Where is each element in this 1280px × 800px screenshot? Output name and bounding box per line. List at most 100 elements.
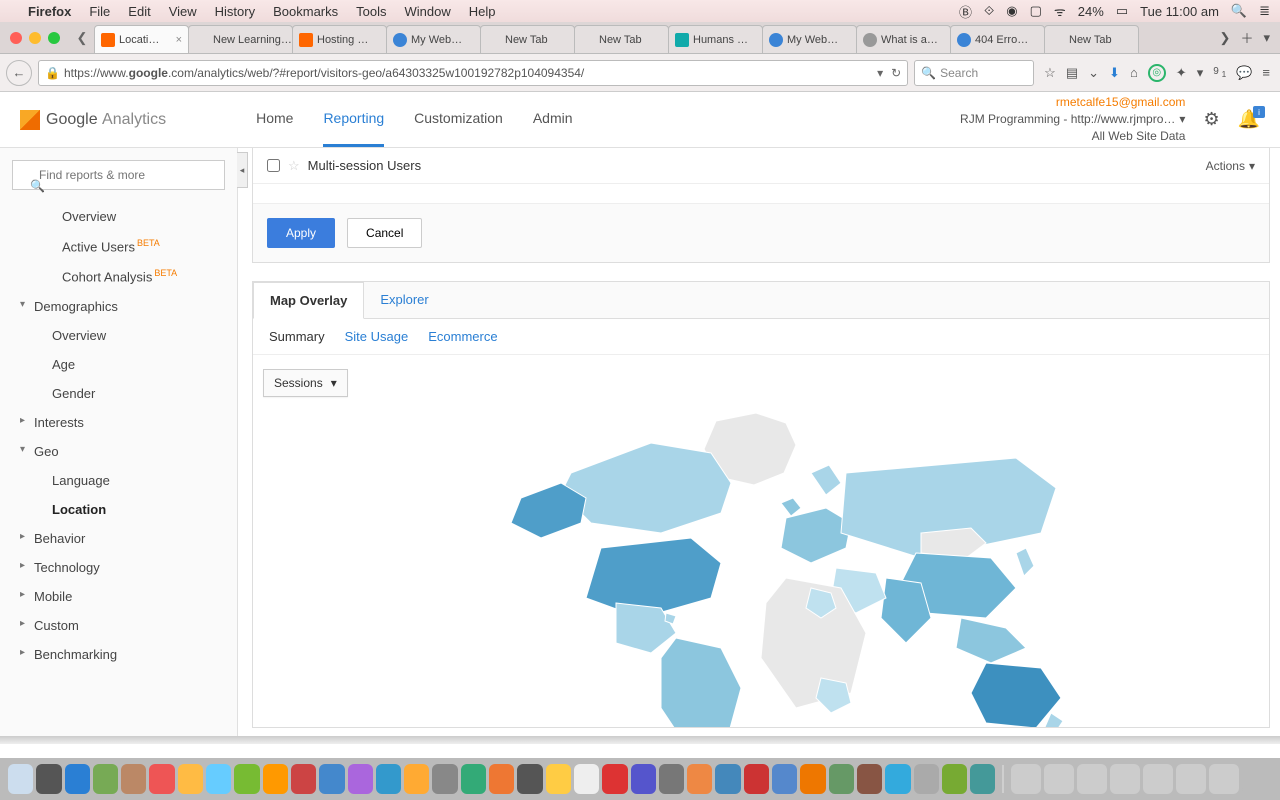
sidebar-item-cohort-analysis[interactable]: Cohort AnalysisBETA <box>0 261 237 291</box>
chat-icon[interactable]: 💬 <box>1236 65 1252 81</box>
url-bar[interactable]: 🔒 https://www.google.com/analytics/web/?… <box>38 60 908 86</box>
menu-edit[interactable]: Edit <box>128 4 150 19</box>
tab-map-overlay[interactable]: Map Overlay <box>253 282 364 319</box>
dock-app-icon[interactable] <box>234 764 259 794</box>
sidebar-item-location[interactable]: Location <box>0 495 237 524</box>
menu-app[interactable]: Firefox <box>28 4 71 19</box>
dock-chrome-icon[interactable] <box>546 764 571 794</box>
dock-app-icon[interactable] <box>942 764 967 794</box>
dock-minimized-window[interactable] <box>1044 764 1074 794</box>
ga-logo[interactable]: Google Analytics <box>20 110 166 130</box>
browser-tab[interactable]: New Learning… <box>188 25 293 53</box>
dock-app-icon[interactable] <box>489 764 514 794</box>
dock-app-icon[interactable] <box>857 764 882 794</box>
browser-tab[interactable]: New Tab <box>480 25 575 53</box>
segment-checkbox[interactable] <box>267 159 280 172</box>
menubar-list-icon[interactable]: ≣ <box>1259 3 1270 19</box>
dock-minimized-window[interactable] <box>1209 764 1239 794</box>
sidebar-item-behavior[interactable]: Behavior <box>0 524 237 553</box>
browser-tab[interactable]: 404 Erro… <box>950 25 1045 53</box>
dock-calendar-icon[interactable] <box>149 764 174 794</box>
dock-app-icon[interactable] <box>178 764 203 794</box>
browser-tab[interactable]: New Tab <box>574 25 669 53</box>
nav-admin[interactable]: Admin <box>533 92 573 147</box>
dock-app-icon[interactable] <box>715 764 740 794</box>
dock-safari-icon[interactable] <box>65 764 90 794</box>
extension-icon[interactable]: ✦ <box>1176 65 1187 81</box>
nav-reporting[interactable]: Reporting <box>323 92 384 147</box>
dock-filezilla-icon[interactable] <box>744 764 769 794</box>
sidebar-item-overview[interactable]: Overview <box>0 321 237 350</box>
metric-selector[interactable]: Sessions ▾ <box>263 369 1269 397</box>
sidebar-item-custom[interactable]: Custom <box>0 611 237 640</box>
cancel-button[interactable]: Cancel <box>347 218 422 248</box>
browser-tab[interactable]: Hosting … <box>292 25 387 53</box>
reading-list-icon[interactable]: ▤ <box>1066 65 1078 81</box>
reload-button[interactable]: ↻ <box>891 66 901 80</box>
dock-minimized-window[interactable] <box>1077 764 1107 794</box>
sidebar-item-gender[interactable]: Gender <box>0 379 237 408</box>
browser-tab[interactable]: New Tab <box>1044 25 1139 53</box>
sidebar-item-active-users[interactable]: Active UsersBETA <box>0 231 237 261</box>
dock-app-icon[interactable] <box>914 764 939 794</box>
subtab-summary[interactable]: Summary <box>269 329 325 344</box>
sidebar-item-language[interactable]: Language <box>0 466 237 495</box>
segment-row[interactable]: ☆ Multi-session Users Actions ▾ <box>253 148 1269 184</box>
browser-tab[interactable]: My Web… <box>386 25 481 53</box>
dock-app-icon[interactable] <box>829 764 854 794</box>
menu-bookmarks[interactable]: Bookmarks <box>273 4 338 19</box>
search-bar[interactable]: 🔍 Search <box>914 60 1034 86</box>
menu-help[interactable]: Help <box>469 4 496 19</box>
menubar-icon-circle[interactable]: ◉ <box>1006 3 1017 19</box>
dock-app-icon[interactable] <box>432 764 457 794</box>
dock-app-icon[interactable] <box>461 764 486 794</box>
sidebar-item-geo[interactable]: Geo <box>0 437 237 466</box>
dock-app-icon[interactable] <box>263 764 288 794</box>
home-icon[interactable]: ⌂ <box>1130 65 1138 80</box>
menu-tools[interactable]: Tools <box>356 4 386 19</box>
dock-opera-icon[interactable] <box>602 764 627 794</box>
back-button[interactable]: ← <box>6 60 32 86</box>
subtab-site-usage[interactable]: Site Usage <box>345 329 409 344</box>
dock-app-icon[interactable] <box>631 764 656 794</box>
menubar-airplay-icon[interactable]: ▢ <box>1030 3 1042 19</box>
close-tab-icon[interactable]: × <box>176 34 182 46</box>
dock-app-icon[interactable] <box>121 764 146 794</box>
ga-account-selector[interactable]: rmetcalfe15@gmail.com RJM Programming - … <box>960 94 1185 144</box>
notifications-icon[interactable]: 🔔i <box>1238 109 1260 130</box>
evernote-icon[interactable]: ◎ <box>1148 64 1166 82</box>
dock-minimized-window[interactable] <box>1143 764 1173 794</box>
sidebar-item-overview[interactable]: Overview <box>0 202 237 231</box>
browser-tab[interactable]: Humans … <box>668 25 763 53</box>
subtab-ecommerce[interactable]: Ecommerce <box>428 329 497 344</box>
segment-actions[interactable]: Actions ▾ <box>1206 159 1255 173</box>
sidebar-item-technology[interactable]: Technology <box>0 553 237 582</box>
tab-explorer[interactable]: Explorer <box>364 282 444 318</box>
menu-file[interactable]: File <box>89 4 110 19</box>
minimize-window-button[interactable] <box>29 32 41 44</box>
dock-app-icon[interactable] <box>93 764 118 794</box>
tabs-overflow-icon[interactable]: ❯ <box>1220 30 1231 46</box>
dock-minimized-window[interactable] <box>1176 764 1206 794</box>
dock-app-icon[interactable] <box>36 764 61 794</box>
menubar-battery-icon[interactable]: ▭ <box>1116 3 1128 19</box>
new-tab-button[interactable]: ＋ <box>1240 28 1253 47</box>
menu-history[interactable]: History <box>215 4 255 19</box>
all-tabs-button[interactable]: ▾ <box>1263 30 1270 46</box>
menubar-spotlight-icon[interactable]: 🔍 <box>1231 3 1247 19</box>
dock-terminal-icon[interactable] <box>517 764 542 794</box>
dock-app-icon[interactable] <box>970 764 995 794</box>
sidebar-toggle-icon[interactable]: ❮ <box>70 30 94 46</box>
dock-app-icon[interactable] <box>206 764 231 794</box>
dock-firefox-icon[interactable] <box>687 764 712 794</box>
dock-app-icon[interactable] <box>574 764 599 794</box>
menu-view[interactable]: View <box>169 4 197 19</box>
star-icon[interactable]: ☆ <box>288 158 300 174</box>
browser-tab[interactable]: What is a… <box>856 25 951 53</box>
dock-app-icon[interactable] <box>659 764 684 794</box>
dock-vlc-icon[interactable] <box>800 764 825 794</box>
menu-window[interactable]: Window <box>405 4 451 19</box>
dock-app-icon[interactable] <box>319 764 344 794</box>
reader-toggle-icon[interactable]: ▾ <box>877 66 883 80</box>
gear-icon[interactable]: ⚙ <box>1203 109 1219 130</box>
